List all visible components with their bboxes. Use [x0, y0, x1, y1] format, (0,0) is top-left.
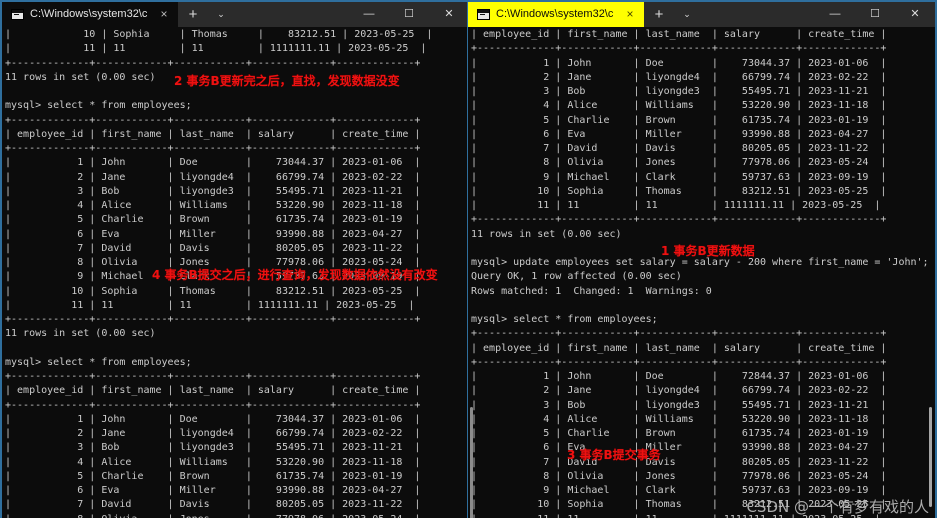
new-tab-button[interactable]: + — [644, 2, 674, 27]
chevron-down-icon[interactable]: ⌄ — [674, 2, 700, 27]
minimize-button[interactable]: — — [349, 2, 389, 27]
terminal-text-right: | employee_id | first_name | last_name |… — [471, 29, 929, 518]
annotation-step-2: 2 事务B更新完之后，直找，发现数据没变 — [174, 74, 400, 88]
terminal-output-right[interactable]: | employee_id | first_name | last_name |… — [468, 27, 935, 518]
tab-title-left: C:\Windows\system32\cmd.e: — [30, 8, 148, 20]
annotation-step-1: 1 事务B更新数据 — [661, 244, 755, 258]
titlebar-right[interactable]: C:\Windows\system32\cmd.e: × + ⌄ — ☐ ✕ — [468, 2, 935, 27]
desktop: C:\Windows\system32\cmd.e: × + ⌄ — ☐ ✕ |… — [0, 0, 937, 518]
close-tab-icon[interactable]: × — [154, 2, 174, 27]
console-icon — [11, 9, 24, 20]
titlebar-drag-area-right[interactable] — [700, 2, 815, 27]
console-icon — [477, 9, 490, 20]
titlebar-drag-area-left[interactable] — [234, 2, 349, 27]
terminal-window-right[interactable]: C:\Windows\system32\cmd.e: × + ⌄ — ☐ ✕ |… — [467, 0, 937, 518]
minimize-button[interactable]: — — [815, 2, 855, 27]
csdn-watermark: CSDN @一个有梦有戏的人 — [746, 498, 929, 516]
tab-title-right: C:\Windows\system32\cmd.e: — [496, 8, 614, 20]
close-tab-icon[interactable]: × — [620, 2, 640, 27]
close-window-button[interactable]: ✕ — [895, 2, 935, 27]
titlebar-left[interactable]: C:\Windows\system32\cmd.e: × + ⌄ — ☐ ✕ — [2, 2, 469, 27]
tab-cmd-right[interactable]: C:\Windows\system32\cmd.e: × — [468, 2, 644, 27]
annotation-step-4: 4 事务B提交之后，进行查询，发现数据依然没有改变 — [152, 268, 438, 282]
tab-cmd-left[interactable]: C:\Windows\system32\cmd.e: × — [2, 2, 178, 27]
maximize-button[interactable]: ☐ — [389, 2, 429, 27]
chevron-down-icon[interactable]: ⌄ — [208, 2, 234, 27]
new-tab-button[interactable]: + — [178, 2, 208, 27]
scrollbar-thumb-right-window[interactable] — [929, 407, 932, 507]
annotation-step-3: 3 事务B提交事务 — [567, 448, 661, 462]
maximize-button[interactable]: ☐ — [855, 2, 895, 27]
scrollbar-left-edge-right-window[interactable] — [470, 407, 473, 518]
close-window-button[interactable]: ✕ — [429, 2, 469, 27]
